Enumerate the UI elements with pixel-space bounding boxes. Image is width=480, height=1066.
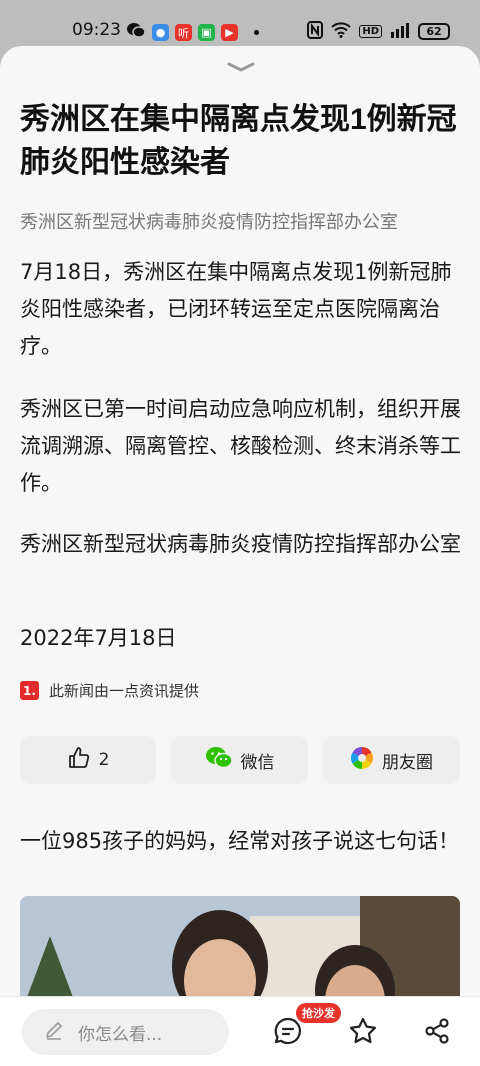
- like-count: 2: [98, 750, 110, 770]
- hd-icon: HD: [359, 25, 382, 38]
- more-notifications-dot: [254, 30, 259, 35]
- yidian-logo-icon: 1.: [20, 681, 39, 700]
- article-date: 2022年7月18日: [20, 626, 177, 650]
- listen-icon: 听: [175, 24, 192, 41]
- share-button[interactable]: [421, 1015, 453, 1047]
- collapse-handle[interactable]: [226, 58, 256, 77]
- article-source[interactable]: 秀洲区新型冠状病毒肺炎疫情防控指挥部办公室: [20, 208, 398, 234]
- star-icon: [349, 1017, 377, 1044]
- article-title: 秀洲区在集中隔离点发现1例新冠肺炎阳性感染者: [20, 103, 457, 179]
- signal-icon: [390, 22, 410, 41]
- like-button[interactable]: 2: [20, 736, 156, 784]
- news-provider: 1. 此新闻由一点资讯提供: [20, 680, 199, 701]
- chevron-down-icon[interactable]: [226, 61, 256, 73]
- notification-icons: ● 听 ▣ ▶: [126, 22, 259, 43]
- article-paragraph: 秀洲区已第一时间启动应急响应机制，组织开展流调溯源、隔离管控、核酸检测、终末消杀…: [20, 397, 461, 495]
- wechat-icon: [126, 22, 146, 43]
- browser-icon: ●: [152, 24, 169, 41]
- comment-input[interactable]: 你怎么看...: [22, 1009, 229, 1055]
- bottom-action-bar: 你怎么看... 抢沙发: [0, 996, 480, 1066]
- share-wechat-button[interactable]: 微信: [171, 736, 308, 784]
- video-icon: ▶: [221, 24, 238, 41]
- moments-icon: [350, 746, 374, 775]
- share-moments-button[interactable]: 朋友圈: [323, 736, 460, 784]
- comment-badge: 抢沙发: [296, 1003, 341, 1023]
- favorite-button[interactable]: [347, 1015, 379, 1047]
- wechat-label: 微信: [240, 752, 275, 773]
- system-icons: HD 62: [307, 21, 450, 42]
- share-icon: [425, 1018, 449, 1044]
- article-paragraph: 7月18日，秀洲区在集中隔离点发现1例新冠肺炎阳性感染者，已闭环转运至定点医院隔…: [20, 260, 452, 358]
- article-sheet: 秀洲区在集中隔离点发现1例新冠肺炎阳性感染者 秀洲区新型冠状病毒肺炎疫情防控指挥…: [0, 46, 480, 1066]
- nfc-icon: [307, 21, 324, 42]
- pencil-icon: [44, 1020, 64, 1045]
- comment-placeholder: 你怎么看...: [78, 1024, 163, 1045]
- wechat-icon: [205, 746, 233, 775]
- wifi-icon: [331, 22, 352, 41]
- status-time: 09:23: [72, 20, 121, 40]
- moments-label: 朋友圈: [382, 752, 433, 773]
- article-paragraph: 秀洲区新型冠状病毒肺炎疫情防控指挥部办公室: [20, 532, 461, 556]
- battery-icon: 62: [418, 23, 450, 40]
- recommended-article-title[interactable]: 一位985孩子的妈妈，经常对孩子说这七句话！: [20, 824, 465, 859]
- provider-text: 此新闻由一点资讯提供: [49, 682, 200, 700]
- iqiyi-icon: ▣: [198, 24, 215, 41]
- thumbs-up-icon: [67, 746, 91, 775]
